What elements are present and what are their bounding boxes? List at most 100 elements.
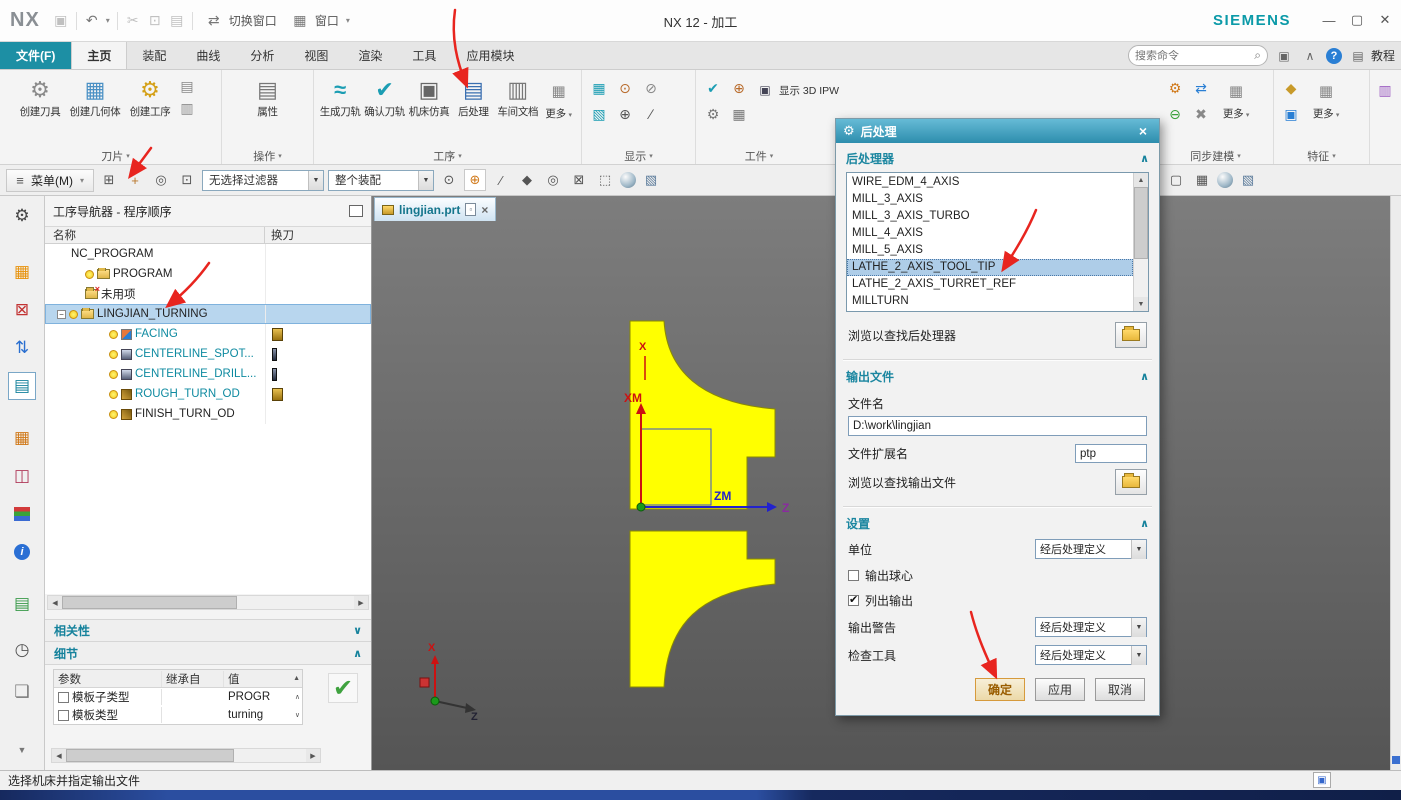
post-list-item[interactable]: MILL_4_AXIS [847, 225, 1133, 242]
feature-more-button[interactable]: ▦ 更多 ▾ [1306, 71, 1346, 122]
chevron-down-icon[interactable]: ▾ [1237, 152, 1241, 160]
shop-doc-button[interactable]: ▥ 车间文档 [496, 71, 540, 118]
tree-row[interactable]: CENTERLINE_SPOT... [45, 344, 371, 364]
display-line-icon[interactable]: ∕ [640, 103, 662, 125]
sync-offset-icon[interactable]: ⊖ [1164, 103, 1186, 125]
post-list-item-selected[interactable]: LATHE_2_AXIS_TOOL_TIP [847, 259, 1133, 276]
spin-up-icon[interactable]: ∧ [295, 693, 302, 701]
tutorial-button[interactable]: ▤ 教程 [1348, 46, 1395, 66]
maximize-button[interactable]: ▢ [1347, 10, 1367, 30]
details-row[interactable]: 模板类型 turning ∨ [54, 706, 302, 724]
constraint-navigator-icon[interactable]: ⊠ [8, 296, 36, 324]
detach-tab-icon[interactable]: ▫ [465, 203, 477, 216]
chevron-down-icon[interactable]: ∨ [353, 624, 362, 637]
window-cascade-icon[interactable]: ▢ [1165, 169, 1187, 191]
minimize-ribbon-icon[interactable]: ∧ [1300, 46, 1320, 66]
wireframe-cube-icon[interactable]: ▧ [640, 169, 662, 191]
undo-icon[interactable]: ↶ [81, 10, 103, 32]
close-button[interactable]: ✕ [1375, 10, 1395, 30]
save-icon[interactable]: ▣ [50, 10, 72, 32]
checkbox-unchecked[interactable] [58, 709, 69, 721]
switch-window-button[interactable]: ⇄ 切换窗口 [197, 9, 283, 33]
list-vertical-scrollbar[interactable]: ▲ ▼ [1133, 173, 1148, 311]
sync-delete-icon[interactable]: ✖ [1190, 103, 1212, 125]
browse-output-button[interactable] [1115, 469, 1147, 495]
sync-move-icon[interactable]: ⇄ [1190, 77, 1212, 99]
post-list-item[interactable]: MILLTURN [847, 293, 1133, 310]
tab-application[interactable]: 应用模块 [451, 42, 529, 69]
display-layer-icon[interactable]: ▧ [588, 103, 610, 125]
minimize-button[interactable]: — [1319, 10, 1339, 30]
snap-magnet-icon[interactable]: ⊙ [438, 169, 460, 191]
chevron-down-icon[interactable]: ▾ [278, 152, 282, 160]
apply-check-icon[interactable]: ✔ [328, 673, 358, 703]
status-window-icon[interactable]: ▣ [1313, 772, 1331, 788]
postprocess-button[interactable]: ▤ 后处理 [451, 71, 495, 118]
chevron-down-icon[interactable]: ▾ [458, 152, 462, 160]
post-list-item[interactable]: MILL_3_AXIS [847, 191, 1133, 208]
toolpath-more-button[interactable]: ▦ 更多 ▾ [540, 71, 577, 122]
snap-point-icon[interactable]: ⊕ [464, 169, 486, 191]
spin-up-icon[interactable]: ▲ [293, 675, 302, 682]
assembly-navigator-icon[interactable]: ▦ [8, 258, 36, 286]
tab-curve[interactable]: 曲线 [181, 42, 235, 69]
properties-button[interactable]: ▤ 属性 [242, 71, 294, 118]
sync-more-button[interactable]: ▦ 更多 ▾ [1216, 71, 1256, 122]
scroll-right-icon[interactable]: ▶ [306, 749, 320, 762]
window-button[interactable]: ▦ 窗口 ▾ [283, 9, 359, 33]
user-interface-icon[interactable]: ▣ [1274, 46, 1294, 66]
details-col-param[interactable]: 参数 [54, 670, 162, 687]
insert-extra2-icon[interactable]: ▥ [176, 97, 198, 119]
copy-icon[interactable]: ⊡ [144, 10, 166, 32]
units-dropdown[interactable]: 经后处理定义 ▼ [1035, 539, 1147, 559]
spin-down-icon[interactable]: ∨ [295, 711, 302, 719]
details-col-inherit[interactable]: 继承自 [162, 670, 224, 687]
scroll-left-icon[interactable]: ◀ [52, 749, 66, 762]
tab-render[interactable]: 渲染 [343, 42, 397, 69]
tree-horizontal-scrollbar[interactable]: ◀ ▶ [47, 595, 369, 610]
part-lower-section[interactable] [629, 530, 776, 688]
tree-row-selected[interactable]: − LINGJIAN_TURNING [45, 304, 371, 324]
tab-view[interactable]: 视图 [289, 42, 343, 69]
postprocessor-section-header[interactable]: 后处理器 ∧ [836, 143, 1159, 170]
verify-toolpath-button[interactable]: ✔ 确认刀轨 [362, 71, 406, 118]
window-grid-icon[interactable]: ▦ [1191, 169, 1213, 191]
show-3d-ipw-button[interactable]: ▣ 显示 3D IPW [754, 79, 839, 101]
chevron-down-icon[interactable]: ▼ [8, 736, 36, 764]
scrollbar-thumb[interactable] [66, 749, 234, 762]
workpiece-gear-icon[interactable]: ⚙ [702, 103, 724, 125]
workpiece-block-icon[interactable]: ▦ [728, 103, 750, 125]
post-list-item[interactable]: MILL_3_AXIS_TURBO [847, 208, 1133, 225]
settings-section-header[interactable]: 设置 ∧ [836, 508, 1159, 535]
view-cube-icon[interactable]: ▧ [1237, 169, 1259, 191]
scrollbar-thumb[interactable] [1134, 187, 1148, 259]
snap-end-icon[interactable]: ∕ [490, 169, 512, 191]
scrollbar-thumb[interactable] [62, 596, 238, 609]
post-list-item[interactable]: LATHE_2_AXIS_TURRET_REF [847, 276, 1133, 293]
output-file-section-header[interactable]: 输出文件 ∧ [836, 361, 1159, 388]
tree-row[interactable]: CENTERLINE_DRILL... [45, 364, 371, 384]
check-tool-dropdown[interactable]: 经后处理定义 ▼ [1035, 645, 1147, 665]
workpiece-add-icon[interactable]: ⊕ [728, 77, 750, 99]
dialog-titlebar[interactable]: ⚙ 后处理 × [836, 119, 1159, 143]
history-icon[interactable]: ◷ [8, 636, 36, 664]
display-grid-icon[interactable]: ▦ [588, 77, 610, 99]
chevron-down-icon[interactable]: ▾ [770, 152, 774, 160]
dashed-rect-icon[interactable]: ⬚ [594, 169, 616, 191]
part-tab[interactable]: lingjian.prt ▫ × [374, 197, 497, 221]
selection-general-icon[interactable]: ⊡ [176, 169, 198, 191]
tree-row[interactable]: FINISH_TURN_OD [45, 404, 371, 424]
details-section[interactable]: 细节 ∧ [45, 642, 371, 665]
search-icon[interactable]: ⌕ [1254, 48, 1261, 63]
cut-icon[interactable]: ✂ [122, 10, 144, 32]
selection-group-icon[interactable]: ⊞ [98, 169, 120, 191]
chevron-up-icon[interactable]: ∧ [353, 647, 362, 660]
feature-pocket-icon[interactable]: ▣ [1280, 103, 1302, 125]
render-style-icon[interactable] [1217, 172, 1233, 188]
chevron-down-icon[interactable]: ▾ [1332, 152, 1336, 160]
tab-analysis[interactable]: 分析 [235, 42, 289, 69]
menu-button[interactable]: ≡ 菜单(M) ▾ [6, 168, 94, 192]
snap-mid-icon[interactable]: ◆ [516, 169, 538, 191]
insert-extra-icon[interactable]: ▤ [176, 75, 198, 97]
selection-add-icon[interactable]: + [124, 169, 146, 191]
